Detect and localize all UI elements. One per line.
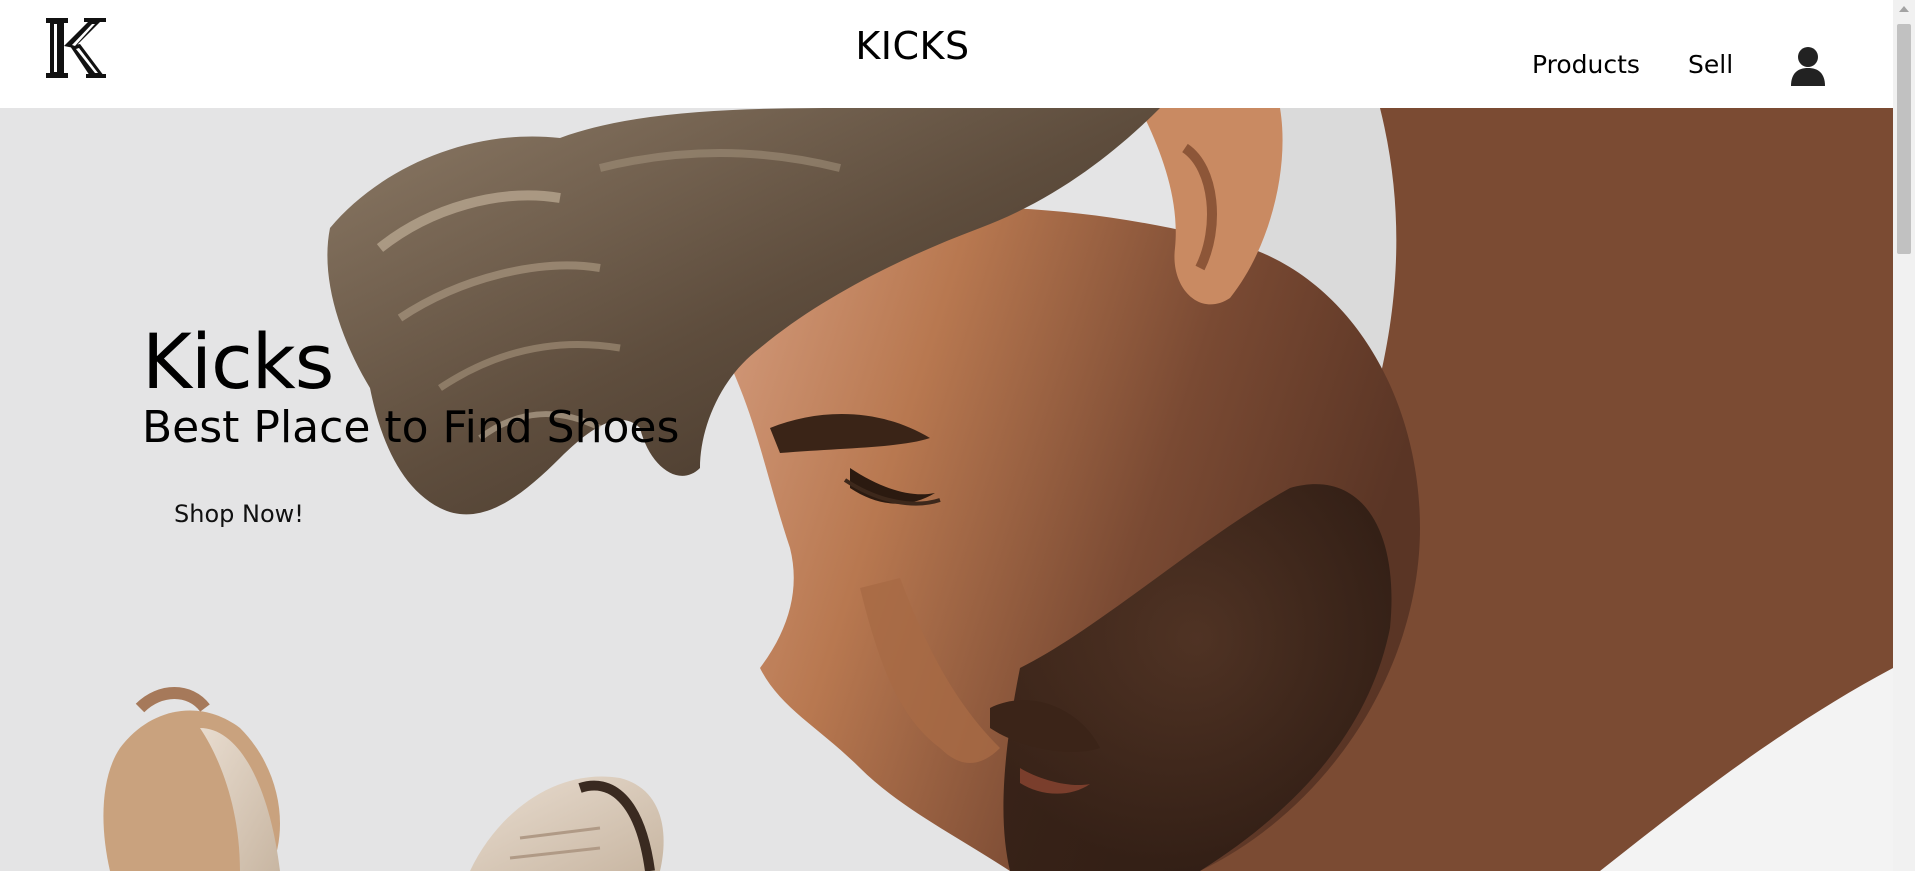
hero-portrait-image (0, 108, 1893, 871)
vertical-scrollbar[interactable] (1893, 0, 1915, 871)
nav-sell-link[interactable]: Sell (1688, 50, 1733, 79)
hero-banner: Kicks Best Place to Find Shoes Shop Now! (0, 108, 1893, 871)
user-icon[interactable] (1790, 46, 1826, 86)
scrollbar-thumb[interactable] (1897, 24, 1911, 254)
hero-subheading: Best Place to Find Shoes (142, 402, 680, 453)
site-header: KICKS Products Sell (0, 0, 1893, 108)
scroll-up-arrow-icon[interactable] (1899, 6, 1909, 12)
nav-products-link[interactable]: Products (1532, 50, 1640, 79)
shop-now-button[interactable]: Shop Now! (158, 492, 320, 536)
hero-heading: Kicks (142, 317, 334, 406)
page: KICKS Products Sell Kicks Best Place to … (0, 0, 1915, 871)
